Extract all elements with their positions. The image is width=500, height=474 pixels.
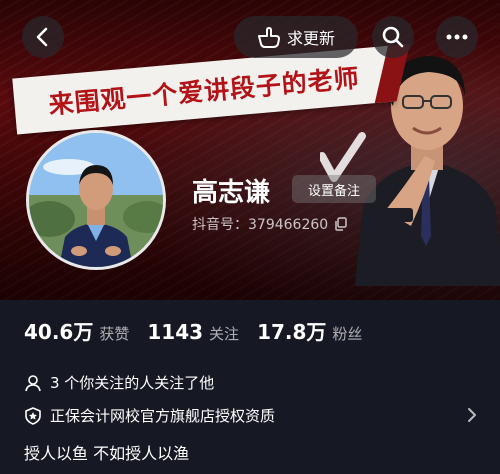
likes-label: 获赞 (99, 325, 130, 343)
certification-row[interactable]: 正保会计网校官方旗舰店授权资质 (24, 405, 275, 426)
chevron-left-icon (36, 27, 48, 47)
profile-stats: 40.6万 获赞 1143 关注 17.8万 粉丝 (24, 316, 362, 345)
person-icon (25, 374, 41, 391)
following-count: 1143 (147, 320, 204, 344)
badge-icon (25, 406, 41, 425)
more-button[interactable] (436, 16, 478, 58)
copy-icon[interactable] (334, 217, 347, 231)
stat-likes[interactable]: 40.6万 获赞 (24, 316, 129, 345)
profile-bio: 授人以鱼 不如授人以渔 (24, 444, 190, 463)
more-dots-icon (446, 34, 468, 40)
profile-name: 高志谦 (192, 178, 271, 208)
search-button[interactable] (372, 16, 414, 58)
request-update-label: 求更新 (286, 29, 335, 48)
back-button[interactable] (22, 16, 64, 58)
following-label: 关注 (209, 325, 240, 343)
mutual-follow-row[interactable]: 3 个你关注的人关注了他 (24, 372, 214, 393)
followers-label: 粉丝 (332, 325, 363, 343)
mutual-follow-text: 3 个你关注的人关注了他 (50, 374, 215, 392)
avatar[interactable] (26, 130, 166, 270)
likes-count: 40.6万 (24, 320, 94, 344)
douyin-id-label: 抖音号：379466260 (192, 217, 329, 233)
avatar-photo (29, 133, 163, 267)
chevron-right-icon[interactable] (466, 407, 478, 423)
stat-following[interactable]: 1143 关注 (147, 320, 239, 344)
set-remark-button[interactable]: 设置备注 (292, 175, 376, 203)
search-icon (382, 26, 404, 48)
stat-followers[interactable]: 17.8万 粉丝 (257, 316, 362, 345)
followers-count: 17.8万 (257, 320, 327, 344)
douyin-id-row: 抖音号：379466260 (192, 214, 347, 234)
request-update-button[interactable]: 求更新 (234, 16, 358, 58)
certification-text: 正保会计网校官方旗舰店授权资质 (50, 407, 276, 425)
hand-point-icon (257, 27, 280, 48)
